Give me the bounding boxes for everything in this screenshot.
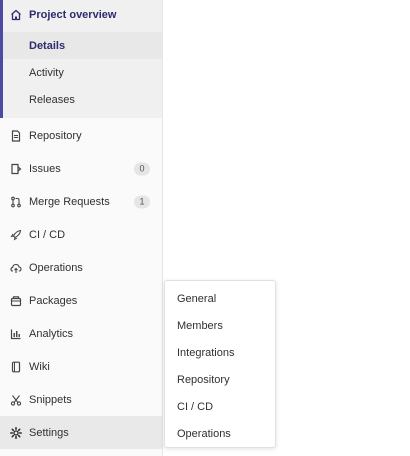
sidebar-item-label: Settings xyxy=(29,426,69,439)
chart-icon xyxy=(10,328,22,340)
sidebar-item-label: Snippets xyxy=(29,393,72,406)
app-root: Project overview Details Activity Releas… xyxy=(0,0,410,456)
flyout-item-operations[interactable]: Operations xyxy=(165,420,275,447)
sidebar-item-label: Operations xyxy=(29,261,83,274)
sidebar-item-wiki[interactable]: Wiki xyxy=(0,350,162,383)
sidebar-item-project-overview[interactable]: Project overview xyxy=(0,0,162,30)
sidebar-item-label: Packages xyxy=(29,294,78,307)
flyout-item-integrations[interactable]: Integrations xyxy=(165,339,275,366)
scissors-icon xyxy=(10,394,22,406)
rocket-icon xyxy=(10,229,22,241)
sidebar-subitem-activity[interactable]: Activity xyxy=(3,59,162,86)
sidebar-item-merge-requests[interactable]: Merge Requests 1 xyxy=(0,185,162,218)
merge-requests-count-badge: 1 xyxy=(134,195,150,208)
sidebar-item-label: Merge Requests xyxy=(29,195,110,208)
project-sidebar: Project overview Details Activity Releas… xyxy=(0,0,163,456)
sidebar-item-repository[interactable]: Repository xyxy=(0,119,162,152)
sidebar-item-label: Repository xyxy=(29,129,82,142)
sidebar-item-operations[interactable]: Operations xyxy=(0,251,162,284)
issues-icon xyxy=(10,163,22,175)
flyout-item-general[interactable]: General xyxy=(165,285,275,312)
sidebar-subitem-releases[interactable]: Releases xyxy=(3,86,162,113)
issues-count-badge: 0 xyxy=(134,162,150,175)
sidebar-item-label: Project overview xyxy=(29,9,117,21)
book-icon xyxy=(10,361,22,373)
sidebar-item-snippets[interactable]: Snippets xyxy=(0,383,162,416)
sidebar-item-label: Wiki xyxy=(29,360,50,373)
sidebar-subitem-details[interactable]: Details xyxy=(3,32,162,59)
document-icon xyxy=(10,129,22,142)
sidebar-item-packages[interactable]: Packages xyxy=(0,284,162,317)
sidebar-subitem-label: Details xyxy=(29,39,66,52)
sidebar-item-label: CI / CD xyxy=(29,228,66,241)
cloud-icon xyxy=(10,262,22,274)
sidebar-item-analytics[interactable]: Analytics xyxy=(0,317,162,350)
merge-request-icon xyxy=(10,196,22,208)
sidebar-item-ci-cd[interactable]: CI / CD xyxy=(0,218,162,251)
settings-flyout-menu: General Members Integrations Repository … xyxy=(164,280,276,448)
gear-icon xyxy=(10,426,22,439)
sidebar-subitem-label: Activity xyxy=(29,66,64,79)
package-icon xyxy=(10,295,22,307)
sidebar-item-label: Issues xyxy=(29,162,61,175)
flyout-item-ci-cd[interactable]: CI / CD xyxy=(165,393,275,420)
sidebar-item-issues[interactable]: Issues 0 xyxy=(0,152,162,185)
sidebar-item-label: Analytics xyxy=(29,327,74,340)
flyout-item-members[interactable]: Members xyxy=(165,312,275,339)
sidebar-subitem-label: Releases xyxy=(29,93,75,106)
home-icon xyxy=(10,9,22,21)
sidebar-item-settings[interactable]: Settings xyxy=(0,416,162,449)
flyout-item-repository[interactable]: Repository xyxy=(165,366,275,393)
